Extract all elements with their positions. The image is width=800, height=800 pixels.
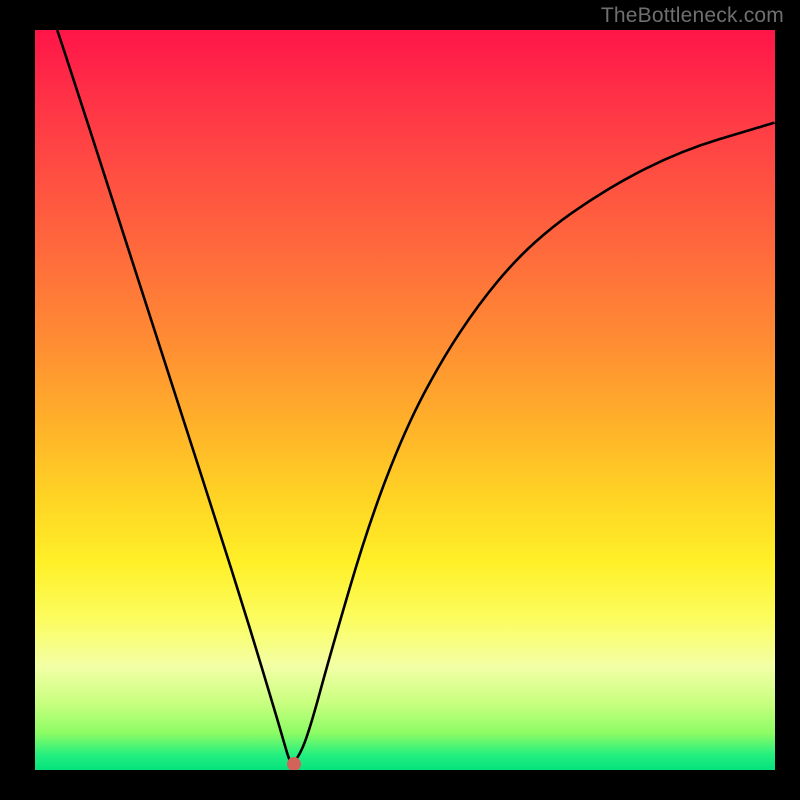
curve-path	[57, 30, 775, 761]
chart-frame: TheBottleneck.com	[0, 0, 800, 800]
curve-svg	[35, 30, 775, 770]
watermark-text: TheBottleneck.com	[601, 4, 784, 28]
plot-area	[35, 30, 775, 770]
marker-dot	[287, 757, 301, 770]
